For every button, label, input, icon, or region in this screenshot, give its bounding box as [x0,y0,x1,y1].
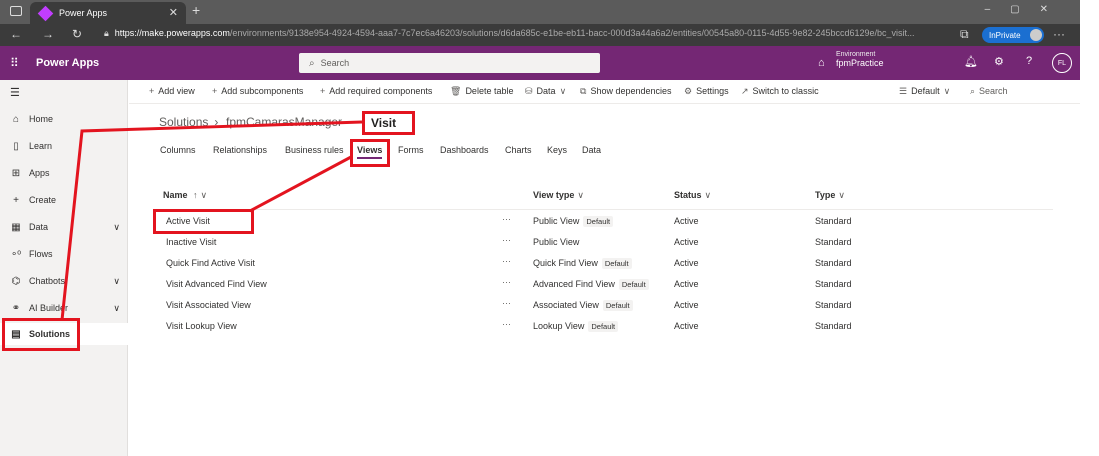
annotation-line-solutions-visit [60,120,363,321]
annotation-arrows [60,120,363,321]
annotation-line-views-active [249,155,352,213]
